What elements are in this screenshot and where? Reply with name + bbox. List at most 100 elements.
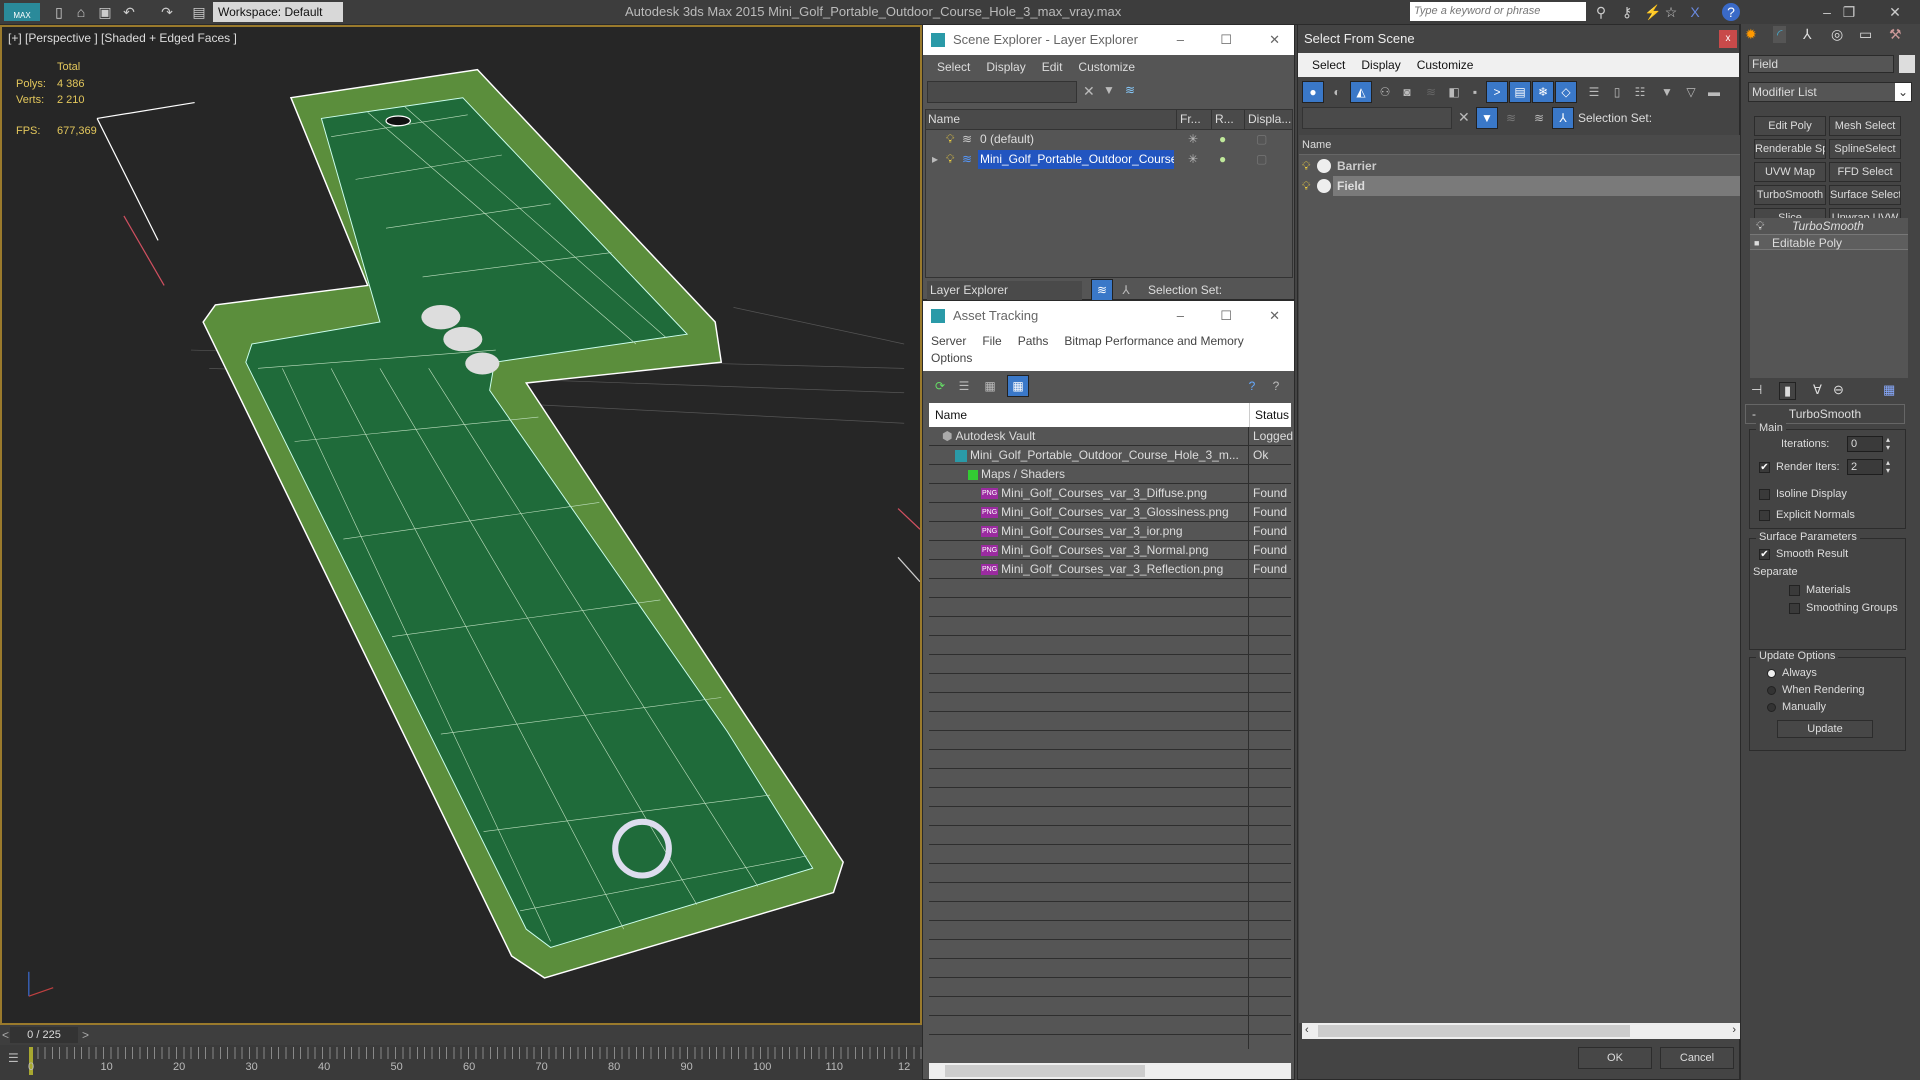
modifier-button[interactable]: Surface Select [1829,185,1901,205]
asset-row[interactable]: Mini_Golf_Portable_Outdoor_Course_Hole_3… [929,446,1291,465]
containers-filter-icon[interactable]: ▤ [1509,81,1531,103]
scene-search-input[interactable] [927,81,1077,103]
iterations-spinner[interactable]: 0 [1847,436,1883,452]
thumbnail-view-icon[interactable]: ▦ [979,375,1001,397]
stack-item-turbosmooth[interactable]: 💡︎ TurboSmooth [1750,218,1908,234]
pin-stack-icon[interactable]: ⊣ [1751,382,1762,398]
list-view-icon[interactable]: ☰ [953,375,975,397]
menu-paths[interactable]: Paths [1018,331,1049,351]
materials-checkbox[interactable]: Materials [1789,584,1851,596]
column-name[interactable]: Name [928,110,960,129]
hidden-filter-icon[interactable]: ◇ [1555,81,1577,103]
app-logo[interactable]: MAX [4,3,40,21]
close-icon[interactable]: ✕ [1886,3,1904,21]
menu-server[interactable]: Server [931,331,966,351]
undo-icon[interactable]: ↶ [120,3,138,21]
menu-select[interactable]: Select [937,55,970,79]
filter-icon[interactable]: ▼ [1103,83,1115,97]
utilities-tab-icon[interactable]: ⚒ [1889,26,1902,43]
remove-modifier-icon[interactable]: ⊖ [1833,382,1844,398]
help-icon[interactable]: ? [1241,375,1263,397]
viewport-label[interactable]: [+] [Perspective ] [Shaded + Edged Faces… [8,31,237,45]
clear-search-icon[interactable]: ✕ [1083,83,1095,100]
refresh-icon[interactable]: ⟳ [929,375,951,397]
helpers-filter-icon[interactable]: ◙ [1396,81,1418,103]
display-tab-icon[interactable]: ▭ [1859,26,1872,43]
close-icon[interactable]: ✕ [1269,25,1280,55]
filter-funnel-icon[interactable]: ▼ [1656,81,1678,103]
frame-counter[interactable]: 0 / 225 [10,1027,78,1043]
close-icon[interactable]: ✕ [1269,301,1280,331]
collapse-icon[interactable]: - [1752,405,1756,423]
clear-search-icon[interactable]: ✕ [1458,109,1470,126]
render-iters-spinner[interactable]: 2 [1847,459,1883,475]
help-disabled-icon[interactable]: ? [1265,375,1287,397]
menu-display[interactable]: Display [986,55,1025,79]
asset-row[interactable]: ⬢ Autodesk Vault Logged [929,427,1293,446]
modifier-button[interactable]: Renderable Spline [1754,139,1826,159]
make-unique-icon[interactable]: ∀ [1813,382,1822,398]
menu-customize[interactable]: Customize [1417,53,1474,77]
layer-mode-icon[interactable]: ≋ [1528,107,1550,129]
render-iters-checkbox[interactable]: ✔ Render Iters: [1759,461,1840,473]
invert-display-icon[interactable]: ☷ [1629,81,1651,103]
table-view-icon[interactable]: ▦ [1007,375,1029,397]
key-icon[interactable]: ⚷ [1618,3,1636,21]
column-freeze[interactable]: Fr... [1176,110,1201,129]
create-tab-icon[interactable]: ✹ [1745,26,1757,43]
when-rendering-radio[interactable]: When Rendering [1767,684,1865,696]
maximize-icon[interactable]: ☐ [1220,301,1232,331]
cameras-filter-icon[interactable]: ⚇ [1374,81,1396,103]
display-box-icon[interactable]: ▢ [1256,130,1267,149]
asset-row[interactable]: PNG Mini_Golf_Courses_var_3_Diffuse.png Fo… [929,484,1291,503]
menu-bitmap-performance[interactable]: Bitmap Performance and Memory [1064,331,1243,351]
object-name[interactable]: Field [1333,176,1740,196]
column-name[interactable]: Name [935,403,967,427]
layer-name[interactable]: 0 (default) [980,130,1034,149]
object-row-selected[interactable]: 💡︎ Field [1299,176,1740,196]
menu-file[interactable]: File [982,331,1001,351]
update-button[interactable]: Update [1777,720,1873,738]
explorer-mode-dropdown[interactable]: Layer Explorer [927,281,1082,300]
close-button[interactable]: x [1719,30,1737,48]
modifier-button[interactable]: Mesh Select [1829,116,1901,136]
asset-tracking-titlebar[interactable]: Asset Tracking – ☐ ✕ [923,301,1294,331]
workspace-dropdown[interactable]: Workspace: Default [213,2,343,22]
column-name[interactable]: Name [1299,135,1740,155]
freeze-icon[interactable]: ✳ [1188,130,1198,149]
new-icon[interactable]: ▯ [50,3,68,21]
layer-row[interactable]: 💡︎ ≋ 0 (default) ✳ ● ▢ [926,130,1292,150]
modifier-button[interactable]: UVW Map [1754,162,1826,182]
layer-name-selected[interactable]: Mini_Golf_Portable_Outdoor_Course_... [978,150,1174,169]
frozen-filter-icon[interactable]: ❄ [1532,81,1554,103]
minimize-icon[interactable]: – [1818,3,1836,21]
spinner-arrows-icon[interactable]: ▴ ▾ [1886,459,1890,475]
smoothing-groups-checkbox[interactable]: Smoothing Groups [1789,602,1898,614]
horizontal-scrollbar[interactable]: ‹ › [1302,1023,1740,1039]
object-name-field[interactable]: Field [1748,55,1894,73]
isoline-display-checkbox[interactable]: Isoline Display [1759,488,1847,500]
column-status[interactable]: Status [1249,403,1289,427]
help-icon[interactable]: ? [1722,3,1740,21]
asset-row[interactable]: PNG Mini_Golf_Courses_var_3_Glossiness.pn… [929,503,1291,522]
column-render[interactable]: R... [1211,110,1234,129]
menu-customize[interactable]: Customize [1078,55,1135,79]
menu-options[interactable]: Options [923,351,1294,365]
prev-frame-button[interactable]: < [2,1028,9,1042]
menu-display[interactable]: Display [1361,53,1400,77]
column-display[interactable]: Displa... [1244,110,1291,129]
always-radio[interactable]: Always [1767,667,1817,679]
menu-edit[interactable]: Edit [1042,55,1063,79]
stack-item-editable-poly[interactable]: ■ Editable Poly [1750,234,1908,250]
track-bar[interactable]: ☰ 0 10 20 30 40 50 60 70 80 90 100 110 12 [0,1045,922,1080]
modifier-button[interactable]: FFD Select [1829,162,1901,182]
modifier-button[interactable]: Edit Poly [1754,116,1826,136]
columns-icon[interactable]: ▬ [1703,81,1725,103]
lightbulb-icon[interactable]: 💡︎ [1756,218,1764,234]
binoculars-icon[interactable]: ⚲ [1592,3,1610,21]
satellite-icon[interactable]: ⚡ [1644,3,1662,21]
smooth-result-checkbox[interactable]: ✔ Smooth Result [1759,548,1848,560]
modifier-button[interactable]: TurboSmooth [1754,185,1826,205]
next-frame-button[interactable]: > [82,1028,89,1042]
maximize-icon[interactable]: ☐ [1220,25,1232,55]
